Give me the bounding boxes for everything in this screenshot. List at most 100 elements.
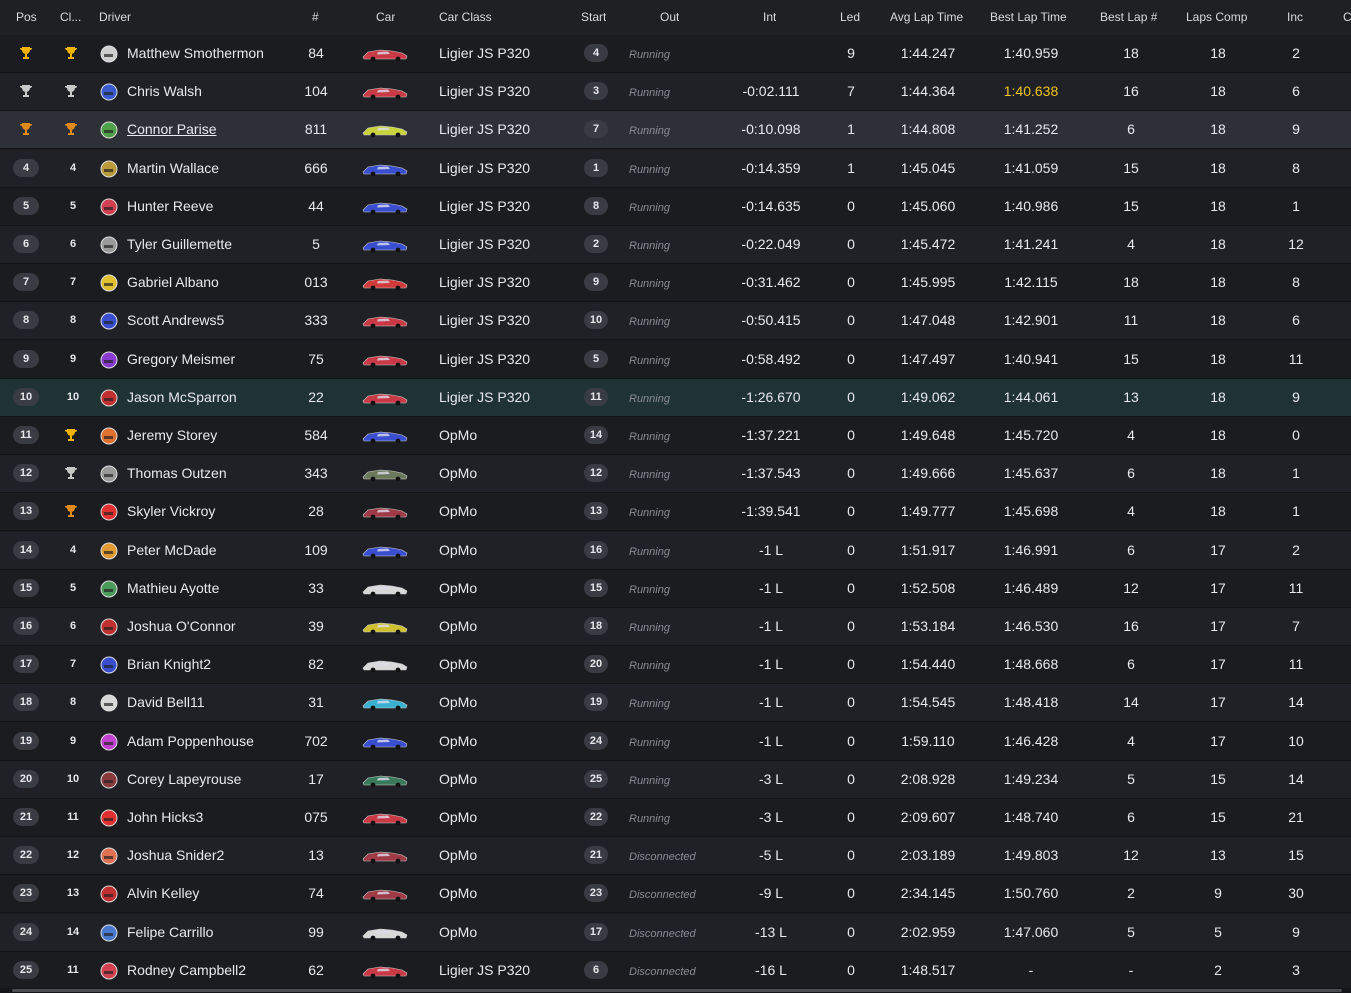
laps-completed: 18: [1210, 427, 1226, 443]
table-row[interactable]: 11 Jeremy Storey 584 OpMo 14 Running -1:37.221…: [0, 417, 1351, 455]
avg-lap-time: 2:08.928: [900, 770, 956, 787]
incidents: 14: [1288, 694, 1304, 711]
class-position: 13: [66, 887, 80, 900]
table-row[interactable]: 23 13 Alvin Kelley 74 OpMo 23 Disconnected -9 L…: [0, 875, 1351, 914]
helmet-icon: [100, 427, 118, 445]
best-lap-time: 1:49.234: [1003, 770, 1059, 787]
status-text: Running: [629, 507, 670, 520]
interval: -0:14.359: [741, 159, 801, 176]
table-row[interactable]: 20 10 Corey Lapeyrouse 17 OpMo 25 Running -3 L0…: [0, 760, 1351, 799]
table-row[interactable]: 12 Thomas Outzen 343 OpMo 12 Running -1:37.543…: [0, 455, 1351, 494]
table-row[interactable]: 24 14 Felipe Carrillo 99 OpMo 17 Disconnected -…: [0, 913, 1351, 952]
table-row[interactable]: 15 5 Mathieu Ayotte 33 OpMo 15 Running -1 L 0 1:5…: [0, 569, 1351, 608]
avg-lap-time: 1:45.472: [900, 236, 956, 252]
car-number: 99: [308, 923, 324, 940]
car-class: OpMo: [439, 770, 478, 787]
interval: -1 L: [758, 579, 784, 596]
col-best-lap-number[interactable]: Best Lap #: [1100, 0, 1157, 35]
col-start[interactable]: Start: [581, 0, 606, 35]
car-class: OpMo: [439, 465, 478, 482]
best-lap-time: 1:41.059: [1003, 159, 1059, 176]
table-row[interactable]: 18 8 David Bell11 31 OpMo 19 Running -1 L 0 1:54.…: [0, 684, 1351, 723]
status-text: Running: [629, 698, 670, 711]
status-text: Running: [629, 431, 670, 443]
car-thumbnail-icon: [362, 275, 408, 291]
col-pos[interactable]: Pos: [16, 0, 37, 35]
avg-lap-time: 1:49.648: [900, 427, 956, 443]
incidents: 0: [1292, 427, 1300, 443]
status-text: Running: [629, 49, 670, 61]
col-car-class[interactable]: Car Class: [439, 0, 492, 35]
start-position-badge: 6: [584, 960, 608, 979]
car-number: 075: [304, 809, 328, 825]
car-number: 811: [304, 121, 328, 138]
position-badge: 23: [13, 884, 39, 903]
col-interval[interactable]: Int: [763, 0, 776, 35]
avg-lap-time: 2:03.189: [900, 847, 956, 864]
table-row[interactable]: 5 5 Hunter Reeve 44 Ligier JS P320 8 Running -0…: [0, 187, 1351, 226]
avg-lap-time: 1:44.247: [900, 45, 956, 61]
incidents: 1: [1292, 197, 1300, 214]
start-position-badge: 2: [584, 235, 608, 253]
car-thumbnail-icon: [362, 734, 408, 750]
table-row[interactable]: Chris Walsh 104 Ligier JS P320 3 Running -0:0…: [0, 73, 1351, 112]
car-number: 82: [308, 656, 324, 673]
col-laps-completed[interactable]: Laps Comp: [1186, 0, 1247, 35]
col-led[interactable]: Led: [840, 0, 860, 35]
best-lap-number: 5: [1127, 923, 1135, 940]
table-row[interactable]: 8 8 Scott Andrews5 333 Ligier JS P320 10 Runni…: [0, 302, 1351, 341]
table-row[interactable]: 9 9 Gregory Meismer 75 Ligier JS P320 5 Runnin…: [0, 340, 1351, 379]
best-lap-time: -: [1028, 961, 1034, 978]
avg-lap-time: 2:09.607: [900, 809, 956, 825]
col-out[interactable]: Out: [660, 0, 679, 35]
start-position-badge: 24: [584, 731, 608, 750]
col-avg-lap-time[interactable]: Avg Lap Time: [890, 0, 963, 35]
table-row[interactable]: 7 7 Gabriel Albano 013 Ligier JS P320 9 Runnin…: [0, 264, 1351, 303]
table-row[interactable]: 21 11 John Hicks3 075 OpMo 22 Running -3 L 0 2:09…: [0, 799, 1351, 837]
class-position: 7: [69, 658, 77, 671]
helmet-icon: [100, 160, 118, 178]
best-lap-number: 16: [1123, 83, 1139, 100]
laps-completed: 2: [1214, 961, 1222, 978]
table-row[interactable]: Matthew Smothermon 84 Ligier JS P320 4 Runni…: [0, 35, 1351, 73]
table-row[interactable]: 25 11 Rodney Campbell2 62 Ligier JS P320 6 Dis…: [0, 951, 1351, 990]
best-lap-number: 16: [1123, 618, 1139, 634]
laps-led: 0: [847, 350, 855, 367]
class-position: 9: [69, 734, 77, 747]
col-extra[interactable]: C: [1343, 0, 1351, 35]
status-text: Disconnected: [629, 965, 696, 978]
class-position: 12: [66, 849, 80, 862]
car-number: 31: [308, 694, 324, 711]
avg-lap-time: 1:47.048: [900, 312, 956, 329]
table-row[interactable]: 16 6 Joshua O'Connor 39 OpMo 18 Running -1 L 0 1:…: [0, 608, 1351, 646]
col-number[interactable]: #: [312, 0, 319, 35]
table-row[interactable]: 22 12 Joshua Snider2 13 OpMo 21 Disconnected -5…: [0, 837, 1351, 876]
laps-completed: 17: [1210, 694, 1226, 711]
best-lap-time: 1:42.115: [1004, 274, 1058, 291]
table-row[interactable]: 17 7 Brian Knight2 82 OpMo 20 Running -1 L 0 1:54…: [0, 646, 1351, 685]
table-row[interactable]: 4 4 Martin Wallace 666 Ligier JS P320 1 Runnin…: [0, 149, 1351, 188]
table-row[interactable]: 10 10 Jason McSparron 22 Ligier JS P320 11 Run…: [0, 378, 1351, 417]
best-lap-time: 1:50.760: [1003, 885, 1059, 902]
col-car[interactable]: Car: [376, 0, 395, 35]
table-row[interactable]: Connor Parise 811 Ligier JS P320 7 Running -0…: [0, 111, 1351, 150]
table-row[interactable]: 13 Skyler Vickroy 28 OpMo 13 Running -1:39.541…: [0, 493, 1351, 532]
best-lap-time: 1:46.428: [1003, 732, 1059, 749]
interval: -0:31.462: [741, 274, 801, 291]
table-row[interactable]: 14 4 Peter McDade 109 OpMo 16 Running -1 L 0 1:51…: [0, 531, 1351, 570]
table-row[interactable]: 19 9 Adam Poppenhouse 702 OpMo 24 Running -1 L0…: [0, 722, 1351, 761]
helmet-icon: [100, 809, 118, 827]
avg-lap-time: 2:02.959: [900, 923, 956, 940]
start-position-badge: 10: [584, 311, 608, 330]
col-best-lap-time[interactable]: Best Lap Time: [990, 0, 1067, 35]
car-class: OpMo: [439, 694, 478, 711]
col-class-pos[interactable]: Cl...: [60, 0, 81, 35]
car-number: 702: [304, 732, 328, 749]
class-trophy-icon: [63, 465, 79, 481]
horizontal-scrollbar-thumb[interactable]: [12, 989, 1342, 992]
laps-led: 0: [847, 541, 855, 558]
table-row[interactable]: 6 6 Tyler Guillemette 5 Ligier JS P320 2 Runni…: [0, 226, 1351, 264]
col-driver[interactable]: Driver: [99, 0, 131, 35]
status-text: Running: [629, 622, 670, 634]
col-incidents[interactable]: Inc: [1287, 0, 1303, 35]
